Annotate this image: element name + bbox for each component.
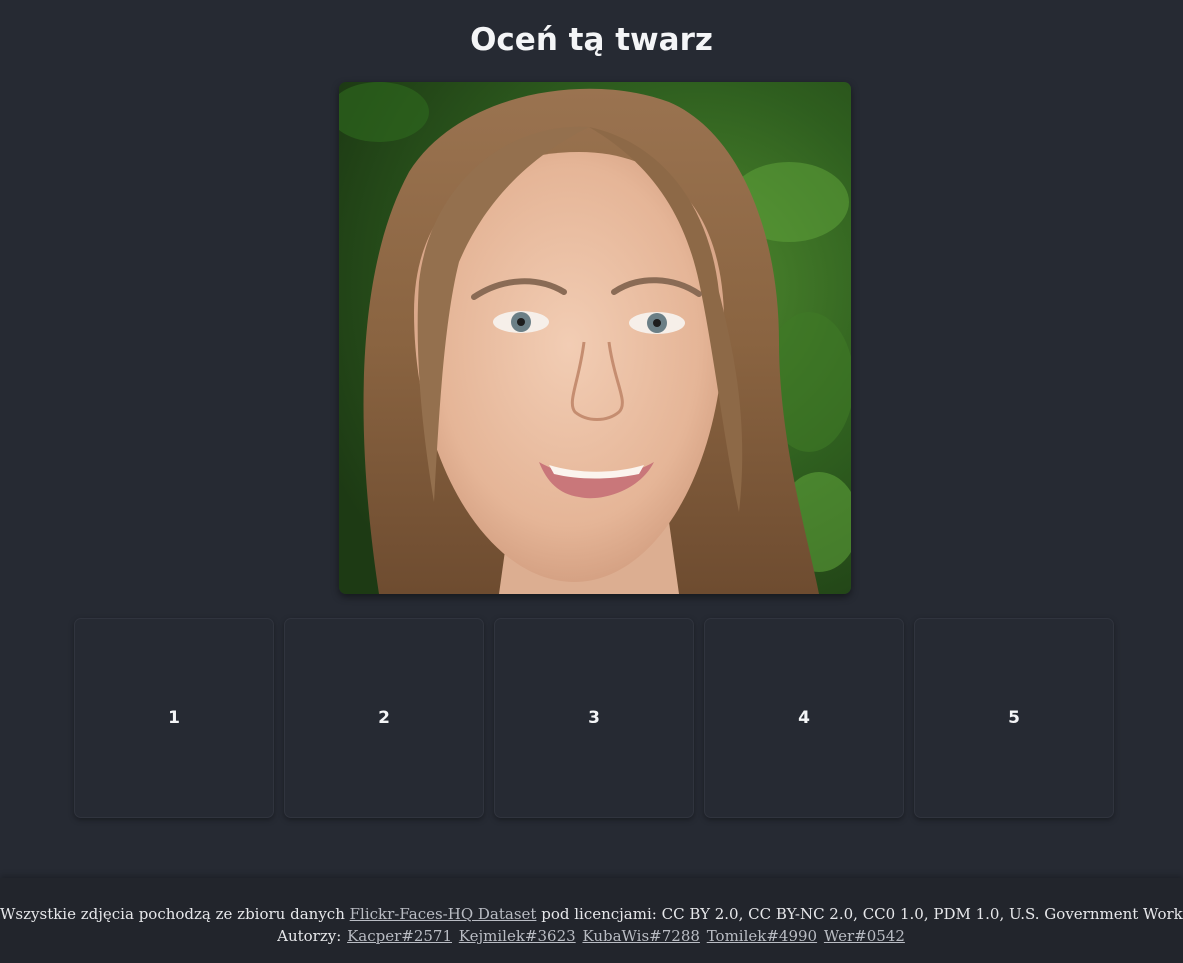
rate-button-label: 3: [588, 708, 600, 728]
authors-label: Autorzy:: [277, 927, 342, 945]
face-photo: [339, 82, 851, 594]
rating-buttons: 1 2 3 4 5: [74, 618, 1116, 820]
license-line: Wszystkie zdjęcia pochodzą ze zbioru dan…: [0, 903, 1183, 925]
rate-button-label: 5: [1008, 708, 1020, 728]
license-suffix: pod licencjami: CC BY 2.0, CC BY-NC 2.0,…: [541, 905, 1183, 923]
rate-button-3[interactable]: 3: [494, 618, 694, 818]
rate-button-label: 2: [378, 708, 390, 728]
footer: Wszystkie zdjęcia pochodzą ze zbioru dan…: [0, 878, 1183, 963]
page-title: Oceń tą twarz: [470, 22, 713, 58]
rate-button-1[interactable]: 1: [74, 618, 274, 818]
author-link-kacper[interactable]: Kacper#2571: [347, 927, 452, 945]
rate-button-label: 4: [798, 708, 810, 728]
author-link-tomilek[interactable]: Tomilek#4990: [707, 927, 817, 945]
rate-button-label: 1: [168, 708, 180, 728]
author-link-kubawis[interactable]: KubaWis#7288: [582, 927, 699, 945]
dataset-link[interactable]: Flickr-Faces-HQ Dataset: [350, 905, 537, 923]
rate-button-5[interactable]: 5: [914, 618, 1114, 818]
author-link-kejmilek[interactable]: Kejmilek#3623: [459, 927, 576, 945]
rate-button-2[interactable]: 2: [284, 618, 484, 818]
license-prefix: Wszystkie zdjęcia pochodzą ze zbioru dan…: [0, 905, 345, 923]
authors-line: Autorzy: Kacper#2571 Kejmilek#3623 KubaW…: [0, 925, 1183, 947]
rate-button-4[interactable]: 4: [704, 618, 904, 818]
author-link-wer[interactable]: Wer#0542: [824, 927, 905, 945]
